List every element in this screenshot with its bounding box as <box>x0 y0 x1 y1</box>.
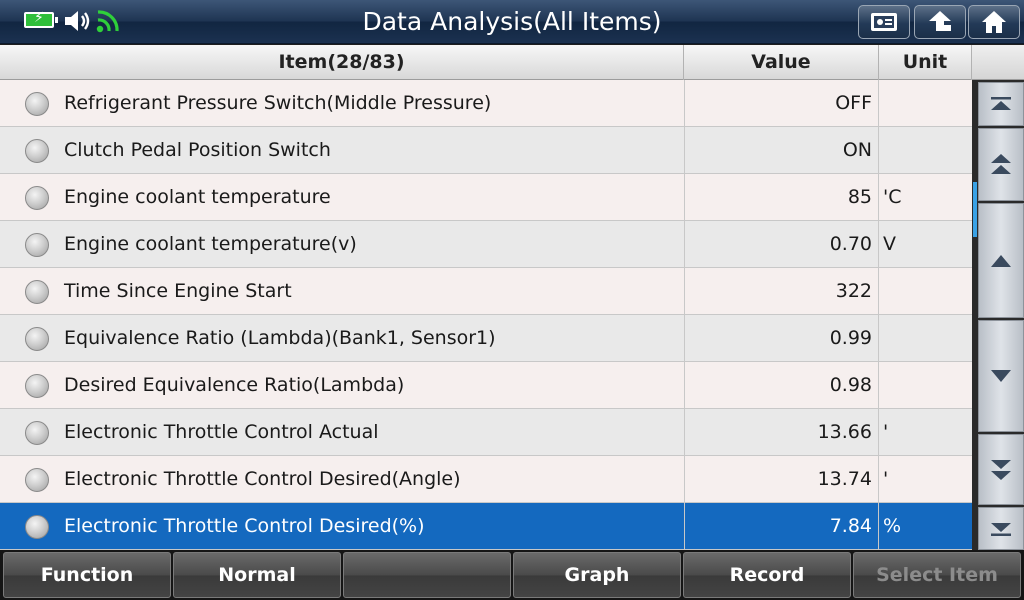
item-unit: V <box>883 233 896 255</box>
row-radio[interactable] <box>25 374 49 398</box>
table-row[interactable]: Clutch Pedal Position Switch ON <box>0 127 972 174</box>
item-name: Electronic Throttle Control Desired(Angl… <box>64 468 461 490</box>
table-row-selected[interactable]: Electronic Throttle Control Desired(%) 7… <box>0 503 972 550</box>
table-row[interactable]: Electronic Throttle Control Actual 13.66… <box>0 409 972 456</box>
item-name: Clutch Pedal Position Switch <box>64 139 331 161</box>
blank-button[interactable] <box>343 552 511 598</box>
item-value: 13.74 <box>684 456 879 502</box>
item-unit: 'C <box>883 186 902 208</box>
column-header-item: Item(28/83) <box>0 45 684 80</box>
select-item-button[interactable]: Select Item <box>853 552 1021 598</box>
scroll-down-icon <box>991 370 1011 382</box>
record-button[interactable]: Record <box>683 552 851 598</box>
item-unit <box>880 268 972 314</box>
item-name: Electronic Throttle Control Actual <box>64 421 379 443</box>
item-value: 7.84 <box>684 503 879 549</box>
scroll-top-button[interactable] <box>978 82 1024 126</box>
graph-button[interactable]: Graph <box>513 552 681 598</box>
home-icon <box>982 11 1006 33</box>
row-radio[interactable] <box>25 92 49 116</box>
table-row[interactable]: Time Since Engine Start 322 <box>0 268 972 315</box>
data-table: Item(28/83) Value Unit Refrigerant Press… <box>0 45 972 550</box>
home-button[interactable] <box>968 5 1020 39</box>
item-value: OFF <box>684 80 879 126</box>
item-value: ON <box>684 127 879 173</box>
table-row[interactable]: Engine coolant temperature(v) 0.70 V <box>0 221 972 268</box>
row-radio[interactable] <box>25 139 49 163</box>
item-name: Engine coolant temperature <box>64 186 331 208</box>
row-radio[interactable] <box>25 515 49 539</box>
item-value: 0.98 <box>684 362 879 408</box>
page-up-button[interactable] <box>978 128 1024 201</box>
item-unit <box>880 315 972 361</box>
table-row[interactable]: Desired Equivalence Ratio(Lambda) 0.98 <box>0 362 972 409</box>
table-header: Item(28/83) Value Unit <box>0 45 972 80</box>
page-up-icon <box>991 153 1011 174</box>
table-row[interactable]: Refrigerant Pressure Switch(Middle Press… <box>0 80 972 127</box>
item-name: Desired Equivalence Ratio(Lambda) <box>64 374 405 396</box>
item-name: Refrigerant Pressure Switch(Middle Press… <box>64 92 492 114</box>
item-name: Equivalence Ratio (Lambda)(Bank1, Sensor… <box>64 327 496 349</box>
scroll-bottom-icon <box>991 522 1011 536</box>
row-radio[interactable] <box>25 327 49 351</box>
function-button[interactable]: Function <box>3 552 171 598</box>
back-arrow-icon <box>929 11 951 31</box>
item-value: 0.99 <box>684 315 879 361</box>
item-unit: ' <box>883 468 889 490</box>
display-icon <box>871 13 897 31</box>
row-radio[interactable] <box>25 280 49 304</box>
column-header-unit: Unit <box>879 45 972 80</box>
item-value: 322 <box>684 268 879 314</box>
scroll-bottom-button[interactable] <box>978 507 1024 550</box>
scroll-thumb[interactable] <box>973 182 977 237</box>
display-button[interactable] <box>858 5 910 39</box>
row-radio[interactable] <box>25 233 49 257</box>
back-button[interactable] <box>914 5 966 39</box>
item-unit <box>880 362 972 408</box>
normal-button[interactable]: Normal <box>173 552 341 598</box>
scroll-header <box>972 45 1024 80</box>
table-row[interactable]: Equivalence Ratio (Lambda)(Bank1, Sensor… <box>0 315 972 362</box>
item-value: 13.66 <box>684 409 879 455</box>
scroll-controls <box>972 45 1024 550</box>
bottom-toolbar: Function Normal Graph Record Select Item <box>0 550 1024 600</box>
table-row[interactable]: Engine coolant temperature 85 'C <box>0 174 972 221</box>
row-radio[interactable] <box>25 186 49 210</box>
table-row[interactable]: Electronic Throttle Control Desired(Angl… <box>0 456 972 503</box>
item-unit: % <box>883 515 902 537</box>
item-unit <box>880 80 972 126</box>
item-unit: ' <box>883 421 889 443</box>
item-name: Electronic Throttle Control Desired(%) <box>64 515 425 537</box>
item-value: 85 <box>684 174 879 220</box>
item-name: Engine coolant temperature(v) <box>64 233 357 255</box>
column-header-value: Value <box>684 45 879 80</box>
scroll-up-icon <box>991 254 1011 267</box>
item-unit <box>880 127 972 173</box>
item-name: Time Since Engine Start <box>64 280 292 302</box>
row-radio[interactable] <box>25 421 49 445</box>
title-bar: ⚡ Data Analysis(All Items) <box>0 0 1024 44</box>
page-down-icon <box>991 459 1011 480</box>
item-value: 0.70 <box>684 221 879 267</box>
page-down-button[interactable] <box>978 434 1024 505</box>
scroll-up-button[interactable] <box>978 203 1024 318</box>
scroll-top-icon <box>991 97 1011 110</box>
scroll-down-button[interactable] <box>978 320 1024 432</box>
row-radio[interactable] <box>25 468 49 492</box>
